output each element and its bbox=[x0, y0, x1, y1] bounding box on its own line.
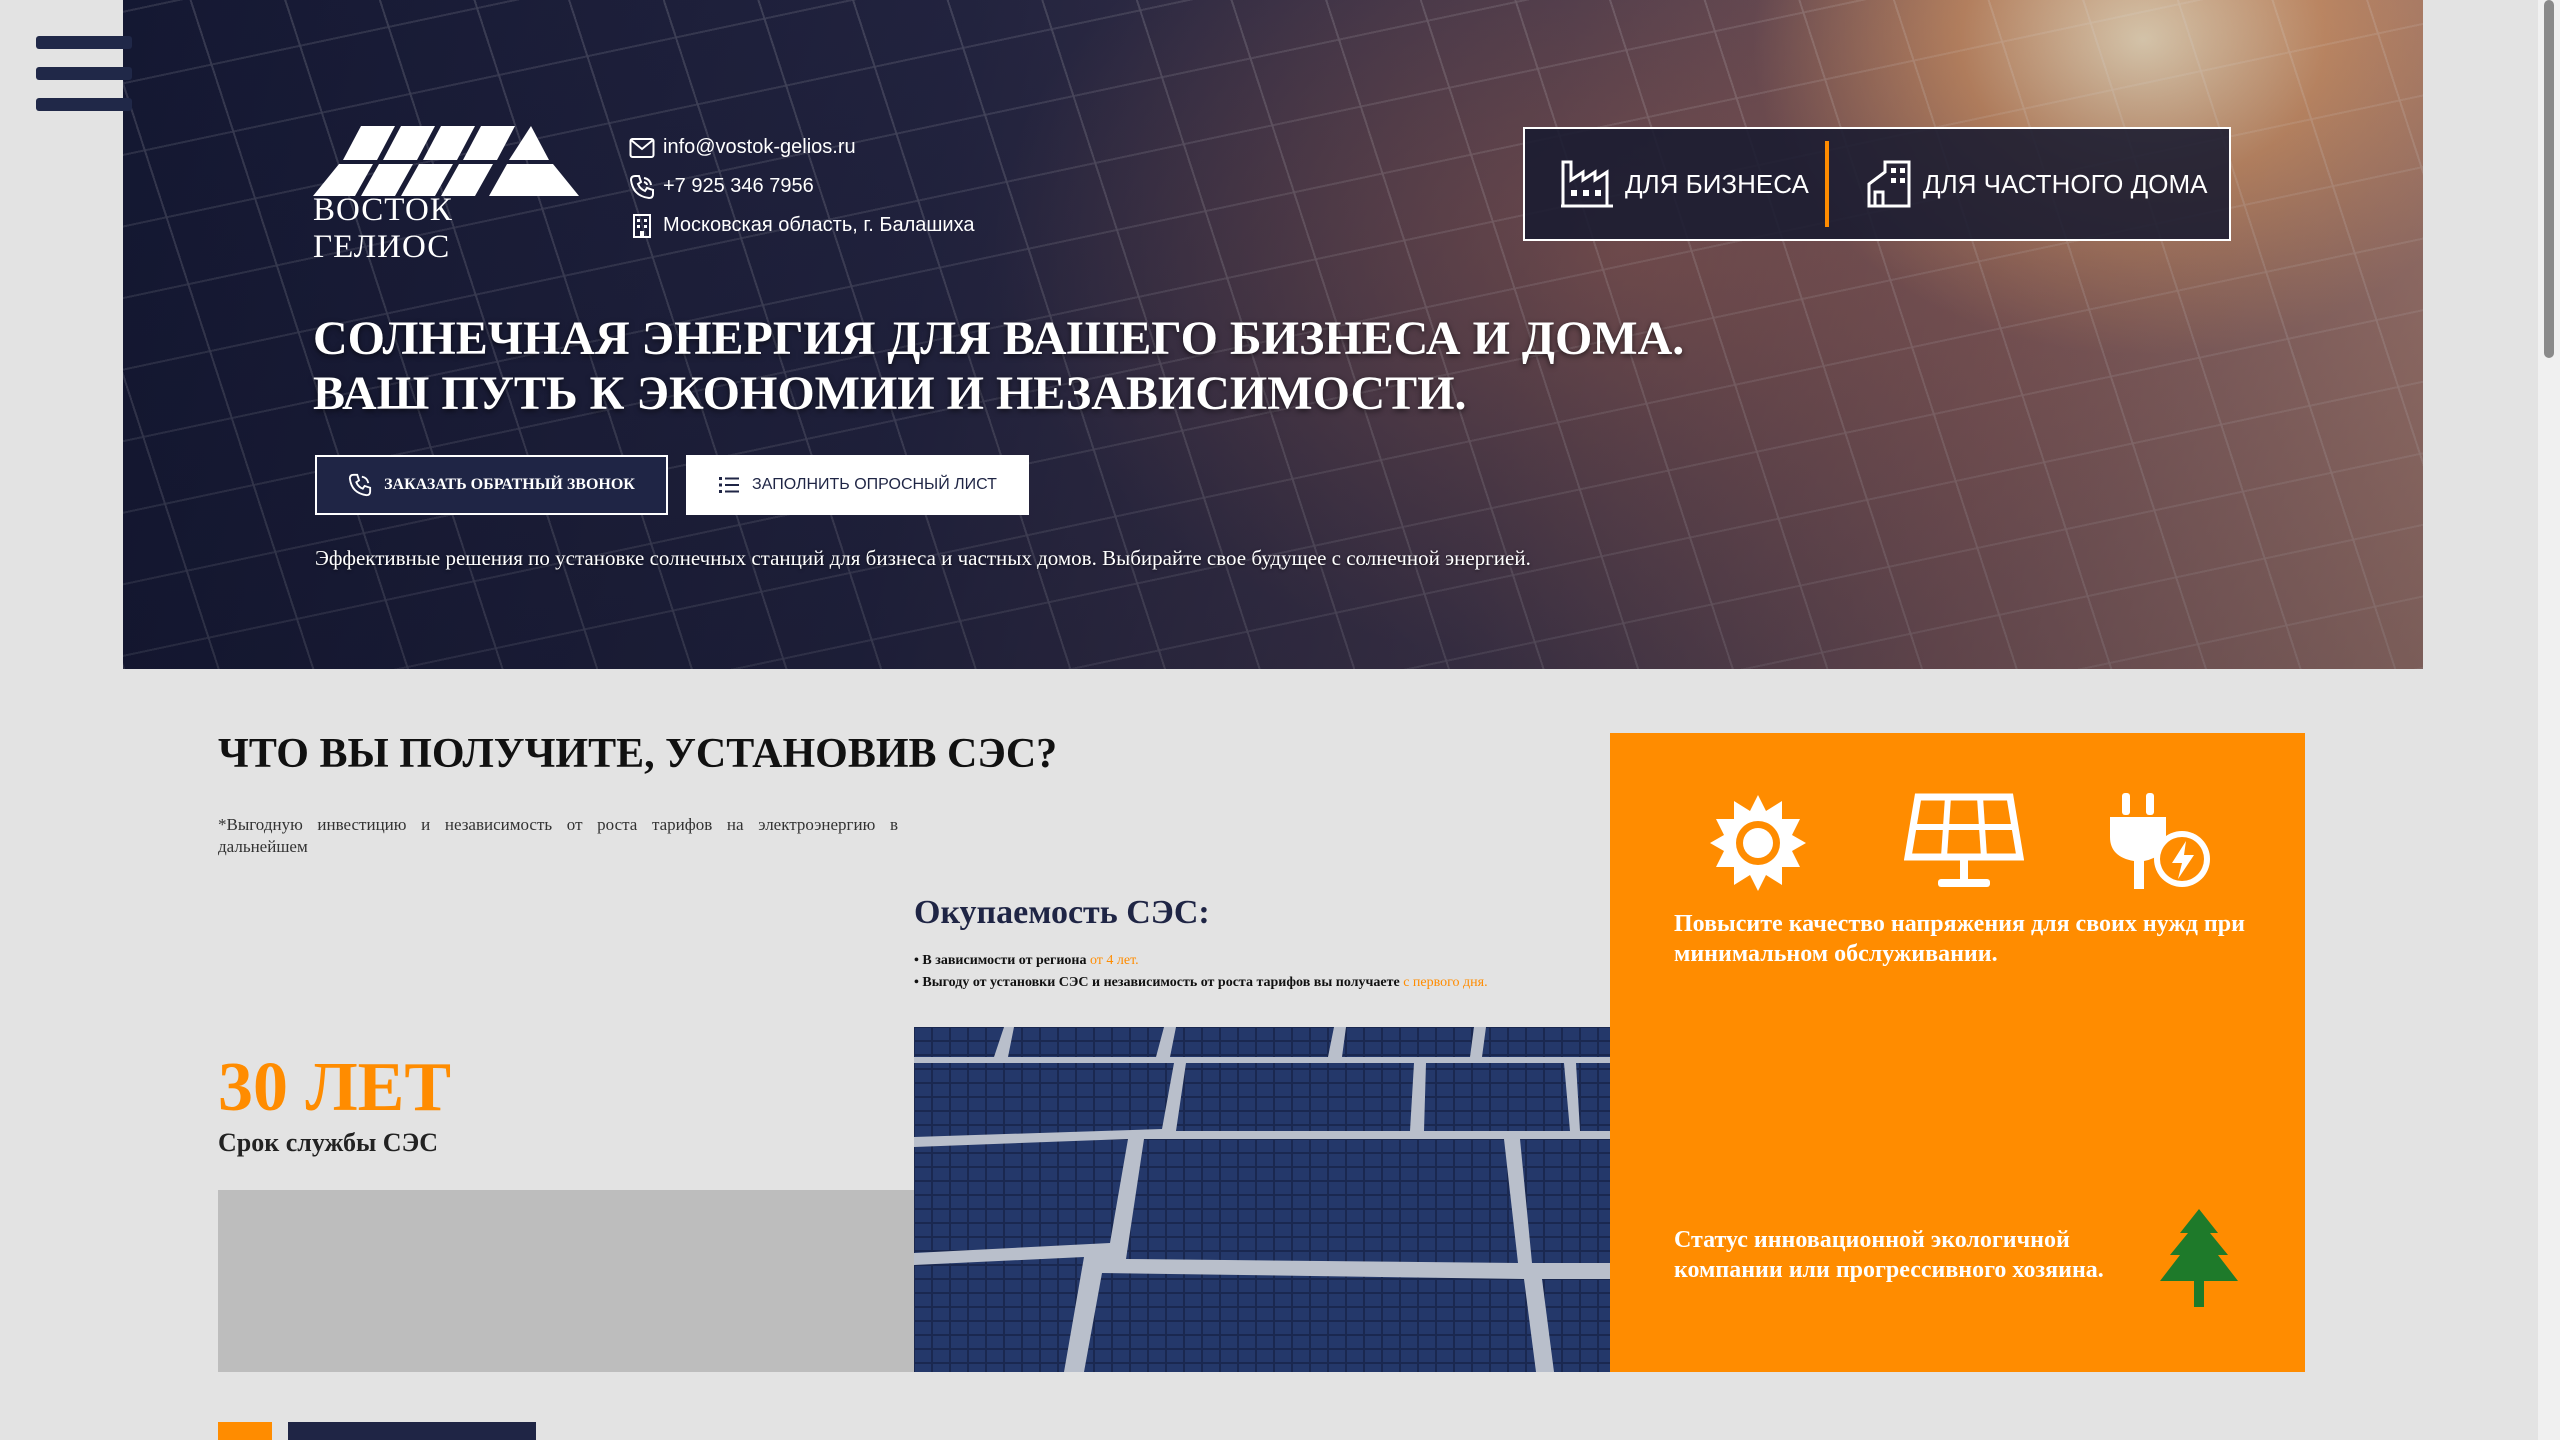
bottom-dark-block bbox=[288, 1422, 536, 1440]
hero-headline-line1: СОЛНЕЧНАЯ ЭНЕРГИЯ ДЛЯ ВАШЕГО БИЗНЕСА И Д… bbox=[313, 312, 1685, 365]
lifetime-label: Срок службы СЭС bbox=[218, 1128, 438, 1157]
address: Московская область, г. Балашиха bbox=[629, 206, 975, 245]
survey-button[interactable]: ЗАПОЛНИТЬ ОПРОСНЫЙ ЛИСТ bbox=[686, 455, 1029, 515]
contacts: info@vostok-gelios.ru +7 925 346 7956 Мо… bbox=[629, 128, 975, 245]
for-business-button[interactable]: ДЛЯ БИЗНЕСА bbox=[1525, 129, 1825, 239]
grey-block bbox=[218, 1190, 914, 1372]
solar-panels-image bbox=[914, 1027, 1610, 1372]
benefit-status-text: Статус инновационной экологичной компани… bbox=[1674, 1227, 2104, 1283]
phone-text: +7 925 346 7956 bbox=[663, 175, 814, 197]
payback-list: • В зависимости от региона от 4 лет. • В… bbox=[914, 950, 1488, 994]
building-icon bbox=[633, 213, 651, 238]
benefits-title: ЧТО ВЫ ПОЛУЧИТЕ, УСТАНОВИВ СЭС? bbox=[218, 731, 1058, 777]
sun-icon bbox=[1710, 795, 1806, 891]
menu-icon[interactable] bbox=[36, 36, 132, 112]
plug-icon bbox=[2110, 793, 2210, 889]
benefit-voltage-text: Повысите качество напряжения для своих н… bbox=[1674, 911, 2245, 967]
callback-button[interactable]: ЗАКАЗАТЬ ОБРАТНЫЙ ЗВОНОК bbox=[315, 455, 668, 515]
house-icon bbox=[1867, 160, 1911, 208]
tree-icon bbox=[2160, 1209, 2238, 1307]
scrollbar[interactable] bbox=[2538, 0, 2560, 1440]
payback-title: Окупаемость СЭС: bbox=[914, 894, 1210, 931]
logo[interactable]: ВОСТОК ГЕЛИОС bbox=[313, 126, 583, 266]
solar-panel-icon bbox=[1903, 793, 2025, 887]
benefit-icons bbox=[1708, 793, 2296, 898]
bottom-accent-block bbox=[218, 1422, 272, 1440]
hero-lead: Эффективные решения по установке солнечн… bbox=[315, 546, 1531, 570]
survey-button-label: ЗАПОЛНИТЬ ОПРОСНЫЙ ЛИСТ bbox=[752, 476, 997, 493]
payback-item-region: • В зависимости от региона от 4 лет. bbox=[914, 953, 1139, 968]
audience-switcher: ДЛЯ БИЗНЕСА ДЛЯ ЧАСТНОГО ДОМА bbox=[1523, 127, 2231, 241]
benefits-note: *Выгодную инвестицию и независимость от … bbox=[218, 815, 898, 856]
for-business-label: ДЛЯ БИЗНЕСА bbox=[1625, 168, 1809, 199]
for-home-button[interactable]: ДЛЯ ЧАСТНОГО ДОМА bbox=[1829, 129, 2207, 239]
hero-headline: СОЛНЕЧНАЯ ЭНЕРГИЯ ДЛЯ ВАШЕГО БИЗНЕСА И Д… bbox=[313, 311, 1684, 421]
payback-item-first-day: • Выгоду от установки СЭС и независимост… bbox=[914, 975, 1488, 990]
email-link[interactable]: info@vostok-gelios.ru bbox=[629, 128, 975, 167]
mail-icon bbox=[629, 137, 655, 158]
address-text: Московская область, г. Балашиха bbox=[663, 214, 975, 236]
benefits-orange-card: Повысите качество напряжения для своих н… bbox=[1610, 733, 2305, 1372]
callback-button-label: ЗАКАЗАТЬ ОБРАТНЫЙ ЗВОНОК bbox=[384, 476, 635, 493]
phone-icon bbox=[629, 174, 654, 199]
email-text: info@vostok-gelios.ru bbox=[663, 136, 856, 158]
factory-icon bbox=[1561, 160, 1613, 208]
phone-callback-icon bbox=[349, 473, 372, 497]
list-icon bbox=[719, 477, 740, 493]
scrollbar-thumb[interactable] bbox=[2544, 0, 2554, 358]
hero-headline-line2: ВАШ ПУТЬ К ЭКОНОМИИ И НЕЗАВИСИМОСТИ. bbox=[313, 367, 1467, 420]
for-home-label: ДЛЯ ЧАСТНОГО ДОМА bbox=[1923, 168, 2208, 199]
logo-mark bbox=[313, 126, 579, 196]
phone-link[interactable]: +7 925 346 7956 bbox=[629, 167, 975, 206]
logo-text: ВОСТОК ГЕЛИОС bbox=[313, 192, 453, 265]
hero-section: ВОСТОК ГЕЛИОС info@vostok-gelios.ru +7 9… bbox=[123, 0, 2423, 669]
lifetime-value: 30 ЛЕТ bbox=[218, 1049, 452, 1126]
